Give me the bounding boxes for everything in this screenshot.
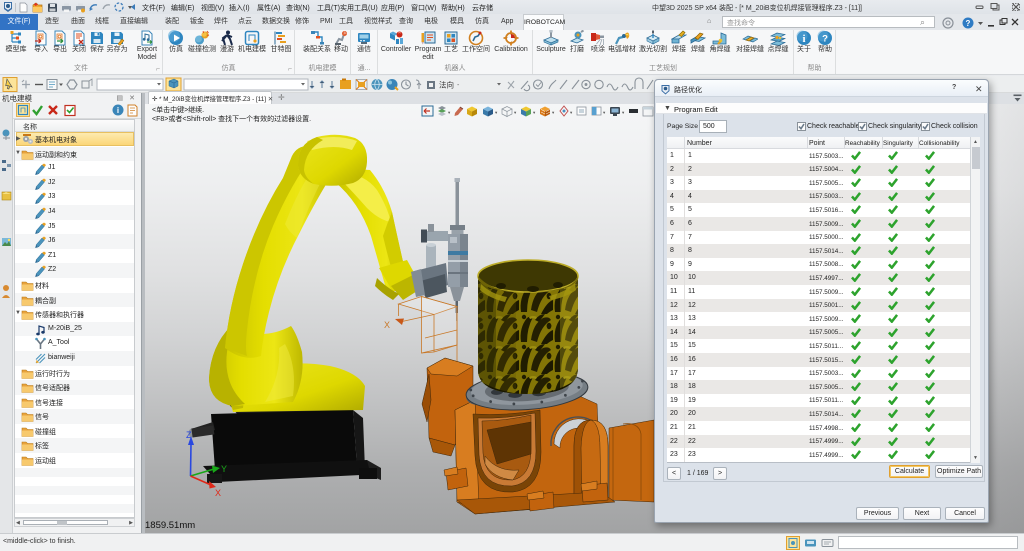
svg-text:X: X [384,320,390,330]
svg-text:?: ? [966,19,971,28]
svg-text:Z: Z [186,430,192,440]
svg-text:X: X [215,488,221,498]
svg-text:i: i [802,33,805,45]
svg-text:?: ? [822,34,828,45]
svg-text:i: i [117,106,119,115]
svg-text:法向: 法向 [439,80,454,90]
svg-text:-: - [457,82,460,89]
svg-text:Y: Y [221,464,227,474]
